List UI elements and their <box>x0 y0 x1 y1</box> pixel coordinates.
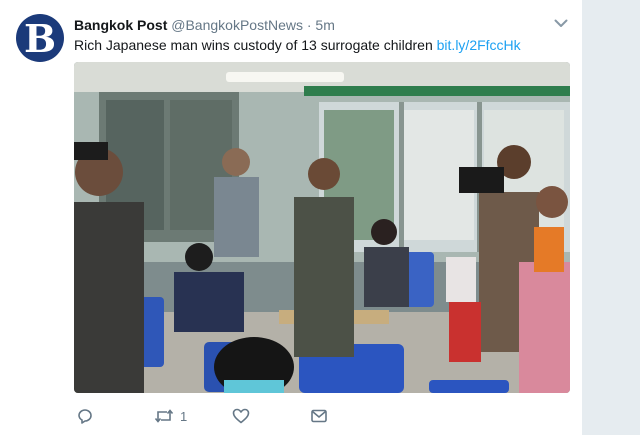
separator-dot: · <box>306 17 312 33</box>
like-button[interactable] <box>232 404 256 428</box>
message-icon <box>310 407 328 425</box>
tweet-actions: 1 <box>74 404 374 428</box>
reply-icon <box>76 407 94 425</box>
direct-message-button[interactable] <box>310 404 328 428</box>
chevron-down-icon[interactable] <box>553 15 569 31</box>
retweet-icon <box>154 407 174 425</box>
avatar[interactable]: B <box>16 14 64 62</box>
page-background <box>582 0 640 435</box>
tweet-photo[interactable] <box>74 62 570 393</box>
retweet-count: 1 <box>180 408 188 424</box>
avatar-logo-letter: B <box>23 16 57 61</box>
like-icon <box>232 407 250 425</box>
author-name[interactable]: Bangkok Post <box>74 17 167 33</box>
tweet-body: Rich Japanese man wins custody of 13 sur… <box>74 37 433 53</box>
reply-button[interactable] <box>76 404 100 428</box>
tweet-card[interactable]: B Bangkok Post @BangkokPostNews · 5m Ric… <box>0 0 582 435</box>
tweet-text: Rich Japanese man wins custody of 13 sur… <box>74 36 521 54</box>
tweet-link[interactable]: bit.ly/2FfccHk <box>437 37 521 53</box>
retweet-button[interactable]: 1 <box>154 404 187 428</box>
timestamp[interactable]: 5m <box>315 17 334 33</box>
author-handle[interactable]: @BangkokPostNews <box>171 17 303 33</box>
tweet-header: Bangkok Post @BangkokPostNews · 5m <box>74 16 335 34</box>
